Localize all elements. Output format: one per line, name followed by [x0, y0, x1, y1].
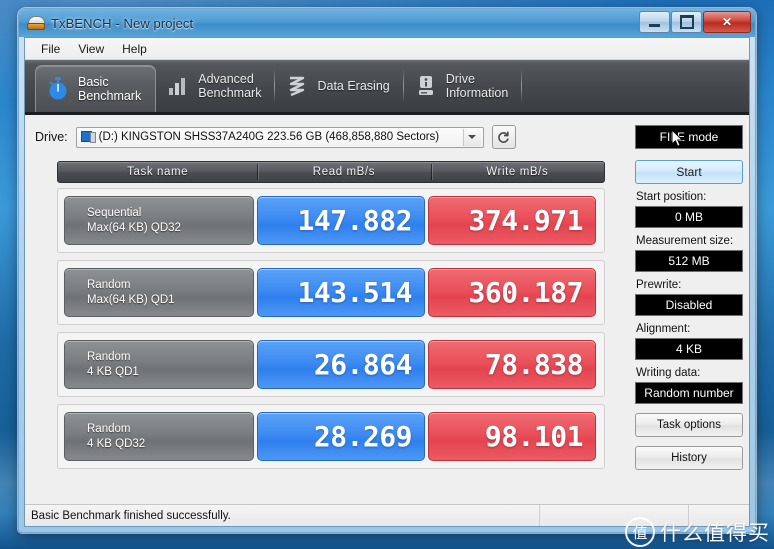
column-header-task-name: Task name [127, 166, 189, 178]
table-row[interactable]: Random Max(64 KB) QD1 143.514 360.187 [57, 260, 605, 325]
task-name-cell: Sequential Max(64 KB) QD32 [64, 196, 254, 245]
tab-strip: Basic Benchmark Advanced Benchmark Data … [25, 60, 749, 115]
read-value-cell: 28.269 [257, 412, 425, 461]
maximize-button[interactable] [671, 11, 702, 33]
status-segment-3 [688, 505, 749, 526]
prewrite-value[interactable]: Disabled [635, 294, 743, 316]
start-position-value[interactable]: 0 MB [635, 206, 743, 228]
shredder-icon [285, 73, 309, 99]
task-name-line1: Random [87, 350, 131, 363]
table-row[interactable]: Sequential Max(64 KB) QD32 147.882 374.9… [57, 188, 605, 253]
drive-label: Drive: [35, 130, 68, 144]
task-name-line1: Random [87, 278, 131, 291]
read-value-cell: 26.864 [257, 340, 425, 389]
task-name-cell: Random Max(64 KB) QD1 [64, 268, 254, 317]
window-titlebar[interactable]: TxBENCH - New project ✕ [19, 9, 755, 37]
benchmark-pane: Drive: (D:) KINGSTON SHSS37A240G 223.56 … [25, 115, 631, 504]
task-name-line1: Sequential [87, 206, 142, 219]
window-title: TxBENCH - New project [51, 15, 194, 31]
tab-separator [521, 69, 523, 103]
start-button[interactable]: Start [635, 160, 743, 184]
writing-data-label: Writing data: [636, 367, 701, 379]
alignment-value[interactable]: 4 KB [635, 338, 743, 360]
write-value-cell: 360.187 [428, 268, 596, 317]
prewrite-label: Prewrite: [636, 279, 682, 291]
tab-label-data-erasing: Data Erasing [317, 79, 390, 93]
task-options-button[interactable]: Task options [635, 413, 743, 437]
write-value-cell: 98.101 [428, 412, 596, 461]
status-segment-2 [539, 505, 688, 526]
disk-icon [27, 15, 45, 31]
writing-data-value[interactable]: Random number [635, 382, 743, 404]
main-content: Drive: (D:) KINGSTON SHSS37A240G 223.56 … [25, 115, 749, 504]
drive-selected-value: (D:) KINGSTON SHSS37A240G 223.56 GB (468… [98, 131, 440, 143]
column-header-read: Read mB/s [257, 162, 430, 182]
alignment-label: Alignment: [636, 323, 691, 335]
measurement-size-label: Measurement size: [636, 235, 734, 247]
tab-label-advanced-benchmark: Advanced Benchmark [198, 72, 262, 100]
tab-data-erasing[interactable]: Data Erasing [275, 60, 404, 112]
write-value-cell: 374.971 [428, 196, 596, 245]
tab-label-basic-benchmark: Basic Benchmark [78, 75, 142, 103]
table-row[interactable]: Random 4 KB QD32 28.269 98.101 [57, 404, 605, 469]
file-mode-indicator[interactable]: FILE mode [635, 125, 743, 149]
menu-item-help[interactable]: Help [114, 40, 155, 58]
refresh-icon[interactable] [491, 125, 516, 149]
window-client-area: File View Help Basic Benchmark Advanced … [24, 37, 750, 527]
drive-icon [80, 131, 96, 143]
drive-combobox[interactable]: (D:) KINGSTON SHSS37A240G 223.56 GB (468… [75, 126, 484, 148]
results-table-body: Sequential Max(64 KB) QD32 147.882 374.9… [57, 188, 605, 469]
tab-advanced-benchmark[interactable]: Advanced Benchmark [156, 60, 276, 112]
menu-item-view[interactable]: View [70, 40, 112, 58]
bar-chart-icon [166, 73, 190, 99]
menu-item-file[interactable]: File [33, 40, 68, 58]
measurement-size-value[interactable]: 512 MB [635, 250, 743, 272]
chevron-down-icon[interactable] [462, 128, 481, 146]
write-value-cell: 78.838 [428, 340, 596, 389]
options-pane: FILE mode Start Start position: 0 MB Mea… [631, 115, 749, 504]
txbench-window: TxBENCH - New project ✕ File View Help B… [18, 8, 756, 533]
minimize-button[interactable] [639, 11, 670, 33]
close-button[interactable]: ✕ [703, 11, 751, 33]
table-row[interactable]: Random 4 KB QD1 26.864 78.838 [57, 332, 605, 397]
tab-basic-benchmark[interactable]: Basic Benchmark [35, 65, 157, 112]
results-table-header: Task name Read mB/s Write mB/s [57, 161, 605, 183]
menubar: File View Help [25, 38, 749, 60]
drive-info-icon [414, 73, 438, 99]
read-value-cell: 147.882 [257, 196, 425, 245]
task-name-line1: Random [87, 422, 131, 435]
drive-selector-row: Drive: (D:) KINGSTON SHSS37A240G 223.56 … [25, 115, 631, 149]
tab-drive-information[interactable]: Drive Information [404, 60, 523, 112]
stopwatch-icon [46, 76, 70, 102]
task-name-line2: 4 KB QD1 [87, 365, 139, 378]
statusbar: Basic Benchmark finished successfully. [25, 504, 749, 526]
column-header-write: Write mB/s [430, 162, 604, 182]
task-name-cell: Random 4 KB QD32 [64, 412, 254, 461]
read-value-cell: 143.514 [257, 268, 425, 317]
task-name-line2: Max(64 KB) QD32 [87, 221, 181, 234]
task-name-line2: 4 KB QD32 [87, 437, 146, 450]
history-button[interactable]: History [635, 446, 743, 470]
start-position-label: Start position: [636, 191, 707, 203]
tab-label-drive-information: Drive Information [445, 72, 509, 100]
window-controls: ✕ [639, 11, 751, 33]
task-name-cell: Random 4 KB QD1 [64, 340, 254, 389]
status-message: Basic Benchmark finished successfully. [31, 509, 231, 522]
task-name-line2: Max(64 KB) QD1 [87, 293, 175, 306]
